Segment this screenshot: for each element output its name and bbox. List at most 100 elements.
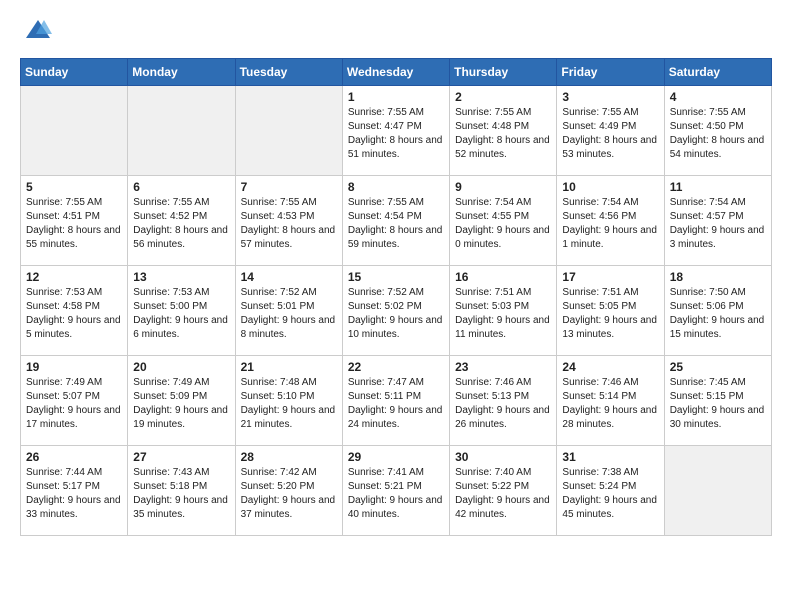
calendar-table: SundayMondayTuesdayWednesdayThursdayFrid… [20,58,772,536]
calendar-cell [128,86,235,176]
day-number: 17 [562,270,658,284]
day-info: Sunrise: 7:54 AM Sunset: 4:57 PM Dayligh… [670,196,766,252]
day-number: 9 [455,180,551,194]
day-info: Sunrise: 7:43 AM Sunset: 5:18 PM Dayligh… [133,466,229,522]
day-number: 19 [26,360,122,374]
day-info: Sunrise: 7:51 AM Sunset: 5:05 PM Dayligh… [562,286,658,342]
day-info: Sunrise: 7:52 AM Sunset: 5:02 PM Dayligh… [348,286,444,342]
day-info: Sunrise: 7:55 AM Sunset: 4:47 PM Dayligh… [348,106,444,162]
calendar-cell: 25 Sunrise: 7:45 AM Sunset: 5:15 PM Dayli… [664,356,771,446]
calendar-cell: 22 Sunrise: 7:47 AM Sunset: 5:11 PM Dayli… [342,356,449,446]
calendar-cell: 31Sunrise: 7:38 AM Sunset: 5:24 PM Dayli… [557,446,664,536]
calendar-cell: 11 Sunrise: 7:54 AM Sunset: 4:57 PM Dayli… [664,176,771,266]
day-info: Sunrise: 7:45 AM Sunset: 5:15 PM Dayligh… [670,376,766,432]
page: SundayMondayTuesdayWednesdayThursdayFrid… [0,0,792,556]
day-number: 23 [455,360,551,374]
day-info: Sunrise: 7:55 AM Sunset: 4:52 PM Dayligh… [133,196,229,252]
day-info: Sunrise: 7:55 AM Sunset: 4:49 PM Dayligh… [562,106,658,162]
day-info: Sunrise: 7:55 AM Sunset: 4:53 PM Dayligh… [241,196,337,252]
weekday-header: Tuesday [235,59,342,86]
calendar-cell: 5Sunrise: 7:55 AM Sunset: 4:51 PM Daylig… [21,176,128,266]
day-number: 11 [670,180,766,194]
logo [20,16,52,46]
calendar-cell: 29Sunrise: 7:41 AM Sunset: 5:21 PM Dayli… [342,446,449,536]
calendar-cell: 19 Sunrise: 7:49 AM Sunset: 5:07 PM Dayli… [21,356,128,446]
day-number: 4 [670,90,766,104]
day-info: Sunrise: 7:52 AM Sunset: 5:01 PM Dayligh… [241,286,337,342]
calendar-cell: 12 Sunrise: 7:53 AM Sunset: 4:58 PM Dayli… [21,266,128,356]
calendar-cell: 16 Sunrise: 7:51 AM Sunset: 5:03 PM Dayli… [450,266,557,356]
day-info: Sunrise: 7:44 AM Sunset: 5:17 PM Dayligh… [26,466,122,522]
calendar-cell: 30 Sunrise: 7:40 AM Sunset: 5:22 PM Dayli… [450,446,557,536]
calendar-cell: 20 Sunrise: 7:49 AM Sunset: 5:09 PM Dayli… [128,356,235,446]
day-info: Sunrise: 7:42 AM Sunset: 5:20 PM Dayligh… [241,466,337,522]
calendar-cell: 21 Sunrise: 7:48 AM Sunset: 5:10 PM Dayli… [235,356,342,446]
day-number: 28 [241,450,337,464]
calendar-cell: 2 Sunrise: 7:55 AM Sunset: 4:48 PM Daylig… [450,86,557,176]
day-number: 12 [26,270,122,284]
day-number: 20 [133,360,229,374]
calendar-week-row: 12 Sunrise: 7:53 AM Sunset: 4:58 PM Dayli… [21,266,772,356]
calendar-cell: 23 Sunrise: 7:46 AM Sunset: 5:13 PM Dayli… [450,356,557,446]
day-number: 16 [455,270,551,284]
logo-icon [24,16,52,44]
day-number: 2 [455,90,551,104]
day-info: Sunrise: 7:47 AM Sunset: 5:11 PM Dayligh… [348,376,444,432]
day-number: 30 [455,450,551,464]
weekday-header: Saturday [664,59,771,86]
calendar-cell: 24 Sunrise: 7:46 AM Sunset: 5:14 PM Dayli… [557,356,664,446]
calendar-cell: 1Sunrise: 7:55 AM Sunset: 4:47 PM Daylig… [342,86,449,176]
day-info: Sunrise: 7:40 AM Sunset: 5:22 PM Dayligh… [455,466,551,522]
calendar-cell: 18 Sunrise: 7:50 AM Sunset: 5:06 PM Dayli… [664,266,771,356]
weekday-header: Friday [557,59,664,86]
weekday-header: Monday [128,59,235,86]
calendar-week-row: 19 Sunrise: 7:49 AM Sunset: 5:07 PM Dayli… [21,356,772,446]
day-number: 24 [562,360,658,374]
day-info: Sunrise: 7:55 AM Sunset: 4:51 PM Dayligh… [26,196,122,252]
calendar-cell [664,446,771,536]
day-number: 22 [348,360,444,374]
calendar-cell: 6 Sunrise: 7:55 AM Sunset: 4:52 PM Daylig… [128,176,235,266]
day-info: Sunrise: 7:54 AM Sunset: 4:55 PM Dayligh… [455,196,551,252]
day-info: Sunrise: 7:50 AM Sunset: 5:06 PM Dayligh… [670,286,766,342]
day-number: 18 [670,270,766,284]
calendar-cell: 4 Sunrise: 7:55 AM Sunset: 4:50 PM Daylig… [664,86,771,176]
calendar-cell: 13 Sunrise: 7:53 AM Sunset: 5:00 PM Dayli… [128,266,235,356]
day-info: Sunrise: 7:51 AM Sunset: 5:03 PM Dayligh… [455,286,551,342]
day-number: 13 [133,270,229,284]
day-number: 25 [670,360,766,374]
calendar-cell: 17 Sunrise: 7:51 AM Sunset: 5:05 PM Dayli… [557,266,664,356]
day-number: 6 [133,180,229,194]
calendar-cell: 8Sunrise: 7:55 AM Sunset: 4:54 PM Daylig… [342,176,449,266]
day-number: 27 [133,450,229,464]
day-info: Sunrise: 7:49 AM Sunset: 5:09 PM Dayligh… [133,376,229,432]
day-info: Sunrise: 7:53 AM Sunset: 5:00 PM Dayligh… [133,286,229,342]
day-info: Sunrise: 7:46 AM Sunset: 5:14 PM Dayligh… [562,376,658,432]
calendar-cell: 14 Sunrise: 7:52 AM Sunset: 5:01 PM Dayli… [235,266,342,356]
day-number: 8 [348,180,444,194]
day-number: 26 [26,450,122,464]
day-number: 15 [348,270,444,284]
header [20,16,772,46]
day-info: Sunrise: 7:38 AM Sunset: 5:24 PM Dayligh… [562,466,658,522]
day-info: Sunrise: 7:55 AM Sunset: 4:50 PM Dayligh… [670,106,766,162]
day-number: 3 [562,90,658,104]
day-info: Sunrise: 7:53 AM Sunset: 4:58 PM Dayligh… [26,286,122,342]
calendar-cell [21,86,128,176]
day-info: Sunrise: 7:48 AM Sunset: 5:10 PM Dayligh… [241,376,337,432]
day-number: 21 [241,360,337,374]
calendar-week-row: 1Sunrise: 7:55 AM Sunset: 4:47 PM Daylig… [21,86,772,176]
calendar-cell: 9 Sunrise: 7:54 AM Sunset: 4:55 PM Daylig… [450,176,557,266]
calendar-cell: 28 Sunrise: 7:42 AM Sunset: 5:20 PM Dayli… [235,446,342,536]
calendar-cell: 15 Sunrise: 7:52 AM Sunset: 5:02 PM Dayli… [342,266,449,356]
day-number: 7 [241,180,337,194]
day-number: 14 [241,270,337,284]
day-info: Sunrise: 7:46 AM Sunset: 5:13 PM Dayligh… [455,376,551,432]
calendar-week-row: 26 Sunrise: 7:44 AM Sunset: 5:17 PM Dayli… [21,446,772,536]
calendar-week-row: 5Sunrise: 7:55 AM Sunset: 4:51 PM Daylig… [21,176,772,266]
weekday-header: Thursday [450,59,557,86]
day-number: 29 [348,450,444,464]
weekday-header: Sunday [21,59,128,86]
day-info: Sunrise: 7:55 AM Sunset: 4:48 PM Dayligh… [455,106,551,162]
day-info: Sunrise: 7:49 AM Sunset: 5:07 PM Dayligh… [26,376,122,432]
